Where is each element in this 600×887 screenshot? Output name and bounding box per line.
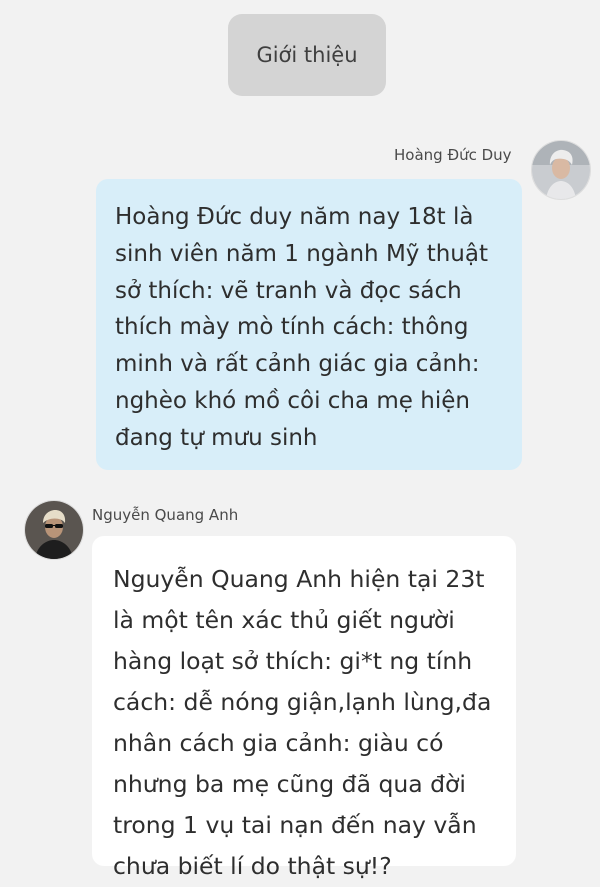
message-line: chưa biết lí do thật sự!? <box>113 852 392 880</box>
sender-name-duy: Hoàng Đức Duy <box>394 146 512 164</box>
sender-name-quang-anh: Nguyễn Quang Anh <box>92 506 239 524</box>
message-line: sở thích: vẽ tranh và đọc sách <box>115 277 462 304</box>
intro-button[interactable]: Giới thiệu <box>228 14 386 96</box>
message-line: nhưng ba mẹ cũng đã qua đời <box>113 770 466 798</box>
message-line: nghèo khó mồ côi cha mẹ hiện <box>115 387 470 414</box>
profile-avatar-young-man-icon <box>532 141 590 199</box>
message-line: minh và rất cảnh giác gia cảnh: <box>115 351 480 378</box>
message-line: sinh viên năm 1 ngành Mỹ thuật <box>115 240 488 267</box>
avatar-duy[interactable] <box>531 140 591 200</box>
message-line: là một tên xác thủ giết người <box>113 606 455 634</box>
message-line: thích mày mò tính cách: thông <box>115 314 469 341</box>
avatar-quang-anh[interactable] <box>24 500 84 560</box>
message-bubble-quang-anh[interactable]: Nguyễn Quang Anh hiện tại 23t là một tên… <box>92 536 516 880</box>
message-line: cách: dễ nóng giận,lạnh lùng,đa <box>113 688 492 716</box>
message-line: trong 1 vụ tai nạn đến nay vẫn <box>113 811 477 839</box>
message-line: Hoàng Đức duy năm nay 18t là <box>115 204 474 230</box>
message-line: đang tự mưu sinh <box>115 424 318 451</box>
message-bubble-duy[interactable]: Hoàng Đức duy năm nay 18t là sinh viên n… <box>96 179 522 470</box>
message-line: Nguyễn Quang Anh hiện tại 23t <box>113 565 485 593</box>
intro-label: Giới thiệu <box>256 43 358 67</box>
message-line: nhân cách gia cảnh: giàu có <box>113 729 444 757</box>
message-line: hàng loạt sở thích: gi*t ng tính <box>113 647 473 675</box>
profile-avatar-man-sunglasses-icon <box>25 501 83 559</box>
